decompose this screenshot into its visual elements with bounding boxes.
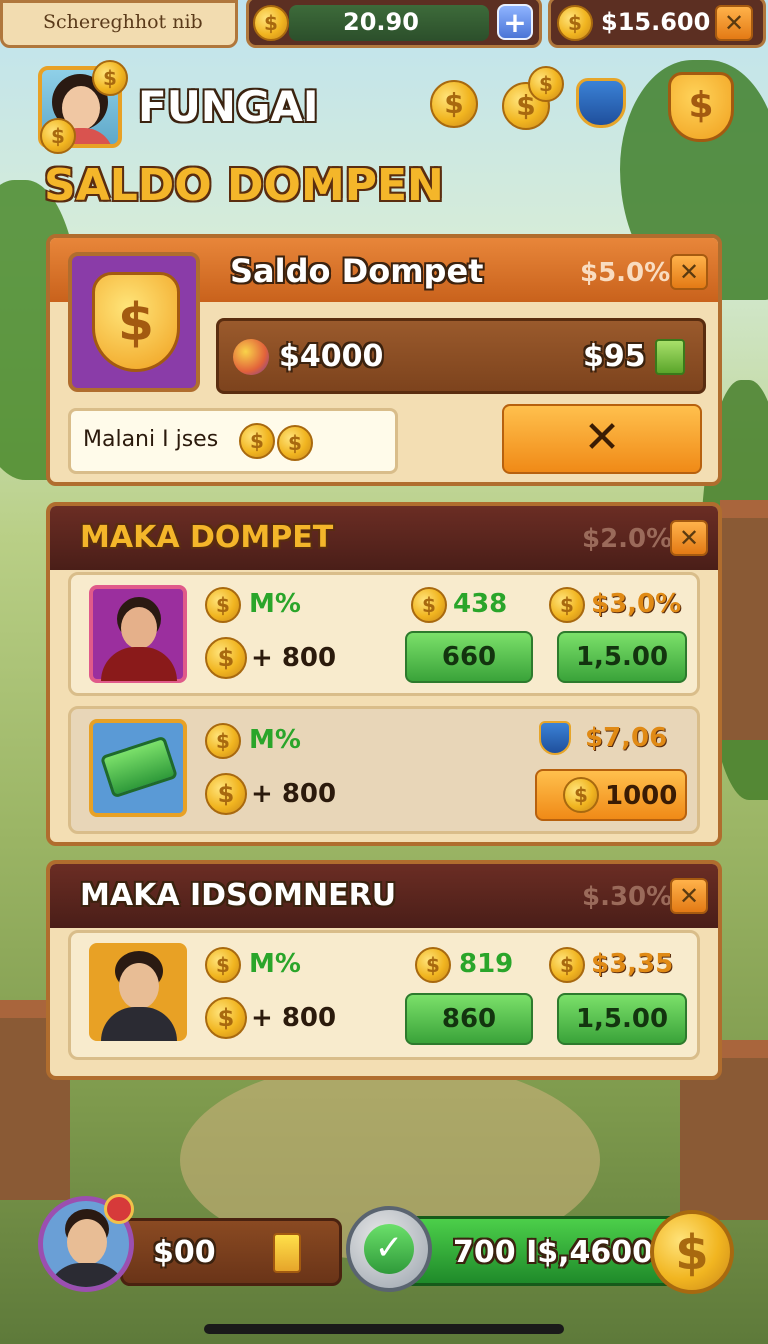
coin-icon: $ — [40, 118, 76, 154]
buy-button[interactable]: 1,5.00 — [557, 993, 687, 1045]
coin-icon: $ — [277, 425, 313, 461]
coin-icon: $ — [239, 423, 275, 459]
gift-shield-icon: $ — [68, 252, 200, 392]
buy-button[interactable]: 660 — [405, 631, 533, 683]
close-icon[interactable]: ✕ — [715, 5, 753, 41]
section-percent: $.30% — [582, 882, 673, 912]
coin-icon: $ — [205, 947, 241, 983]
cash-box: $ $15.600 ✕ — [548, 0, 766, 48]
avatar — [89, 585, 187, 683]
coin-icon: $ — [205, 587, 241, 623]
wallet-percent: $5.0% — [580, 258, 671, 288]
maka-dompet-panel: MAKA DOMPET $2.0% ✕ $ M% $ + 800 $ 438 $… — [46, 502, 722, 846]
wallet-note-field[interactable]: Malani I jses $ $ — [68, 408, 398, 474]
section-percent: $2.0% — [582, 524, 673, 554]
collect-value: 700 I$,4600 — [453, 1235, 653, 1270]
item-price: $7,06 — [585, 723, 668, 753]
balance-bar: $4000 $95 — [216, 318, 706, 394]
coin-icon: $ — [205, 997, 247, 1039]
section-title: MAKA IDSOMNERU — [80, 878, 397, 913]
avatar — [89, 943, 187, 1041]
player-name: Schereghhot nib — [43, 11, 203, 33]
badge-icon — [104, 1194, 134, 1224]
home-indicator — [204, 1324, 564, 1334]
stat-bonus: + 800 — [251, 643, 337, 673]
col2-value: $3,0% — [591, 589, 682, 619]
coin-icon: $ — [205, 723, 241, 759]
coin-icon: $ — [557, 5, 593, 41]
list-item[interactable]: $ M% $ + 800 $7,06 $ 1000 — [68, 706, 700, 834]
buy-button[interactable]: 860 — [405, 993, 533, 1045]
player-title: FUNGAI — [138, 82, 319, 131]
close-icon[interactable]: ✕ — [670, 254, 708, 290]
stat-percent: M% — [249, 949, 301, 979]
coin-icon: $ — [205, 773, 247, 815]
buy-button[interactable]: $ 1000 — [535, 769, 687, 821]
coin-icon[interactable]: $ — [650, 1210, 734, 1294]
wallet-balance: $4000 — [279, 339, 384, 374]
trophy-icon — [273, 1233, 301, 1273]
col2-value: $3,35 — [591, 949, 674, 979]
coin-icon: $ — [205, 637, 247, 679]
buy-button[interactable]: 1,5.00 — [557, 631, 687, 683]
coin-icon: $ — [528, 66, 564, 102]
plus-icon[interactable]: + — [497, 4, 533, 40]
page-title: SALDO DOMPEN — [44, 160, 444, 211]
coin-icon: $ — [549, 587, 585, 623]
gift-shield-icon[interactable]: $ — [668, 72, 734, 142]
shield-icon — [539, 721, 571, 755]
close-icon[interactable]: ✕ — [670, 520, 708, 556]
bottom-balance: $00 — [153, 1235, 216, 1270]
close-icon[interactable]: ✕ — [670, 878, 708, 914]
wallet-panel: $ Saldo Dompet $5.0% ✕ $4000 $95 Malani … — [46, 234, 722, 486]
col1-value: 819 — [459, 949, 514, 979]
coin-icon: $ — [411, 587, 447, 623]
money-bag-icon — [655, 339, 685, 375]
check-arrow-icon[interactable]: ✓ — [346, 1206, 432, 1292]
section-title: MAKA DOMPET — [80, 520, 334, 555]
buy-button-label: 1000 — [605, 781, 678, 811]
cash-value: $15.600 — [601, 8, 711, 36]
wallet-note-text: Malani I jses — [83, 427, 219, 452]
coin-icon: $ — [92, 60, 128, 96]
stat-bonus: + 800 — [251, 1003, 337, 1033]
stat-percent: M% — [249, 725, 301, 755]
coin-icon[interactable]: $ — [430, 80, 478, 128]
coin-icon: $ — [253, 5, 289, 41]
maka-idsomneru-panel: MAKA IDSOMNERU $.30% ✕ $ M% $ + 800 $ 81… — [46, 860, 722, 1080]
col1-value: 438 — [453, 589, 508, 619]
bottom-balance-box: $00 — [120, 1218, 342, 1286]
wallet-amount: $95 — [583, 339, 646, 374]
energy-value: 20.90 — [343, 8, 419, 36]
fruit-icon — [233, 339, 269, 375]
coin-icon: $ — [563, 777, 599, 813]
shield-icon[interactable] — [576, 78, 626, 128]
stat-bonus: + 800 — [251, 779, 337, 809]
energy-box: $ 20.90 + — [246, 0, 542, 48]
cash-bill-icon — [89, 719, 187, 817]
list-item[interactable]: $ M% $ + 800 $ 438 $ $3,0% 660 1,5.00 — [68, 572, 700, 696]
player-name-box: Schereghhot nib — [0, 0, 238, 48]
coin-icon: $ — [549, 947, 585, 983]
wallet-title: Saldo Dompet — [230, 252, 484, 290]
list-item[interactable]: $ M% $ + 800 $ 819 $ $3,35 860 1,5.00 — [68, 930, 700, 1060]
stat-percent: M% — [249, 589, 301, 619]
confirm-button[interactable]: ✕ — [502, 404, 702, 474]
coin-icon: $ — [415, 947, 451, 983]
